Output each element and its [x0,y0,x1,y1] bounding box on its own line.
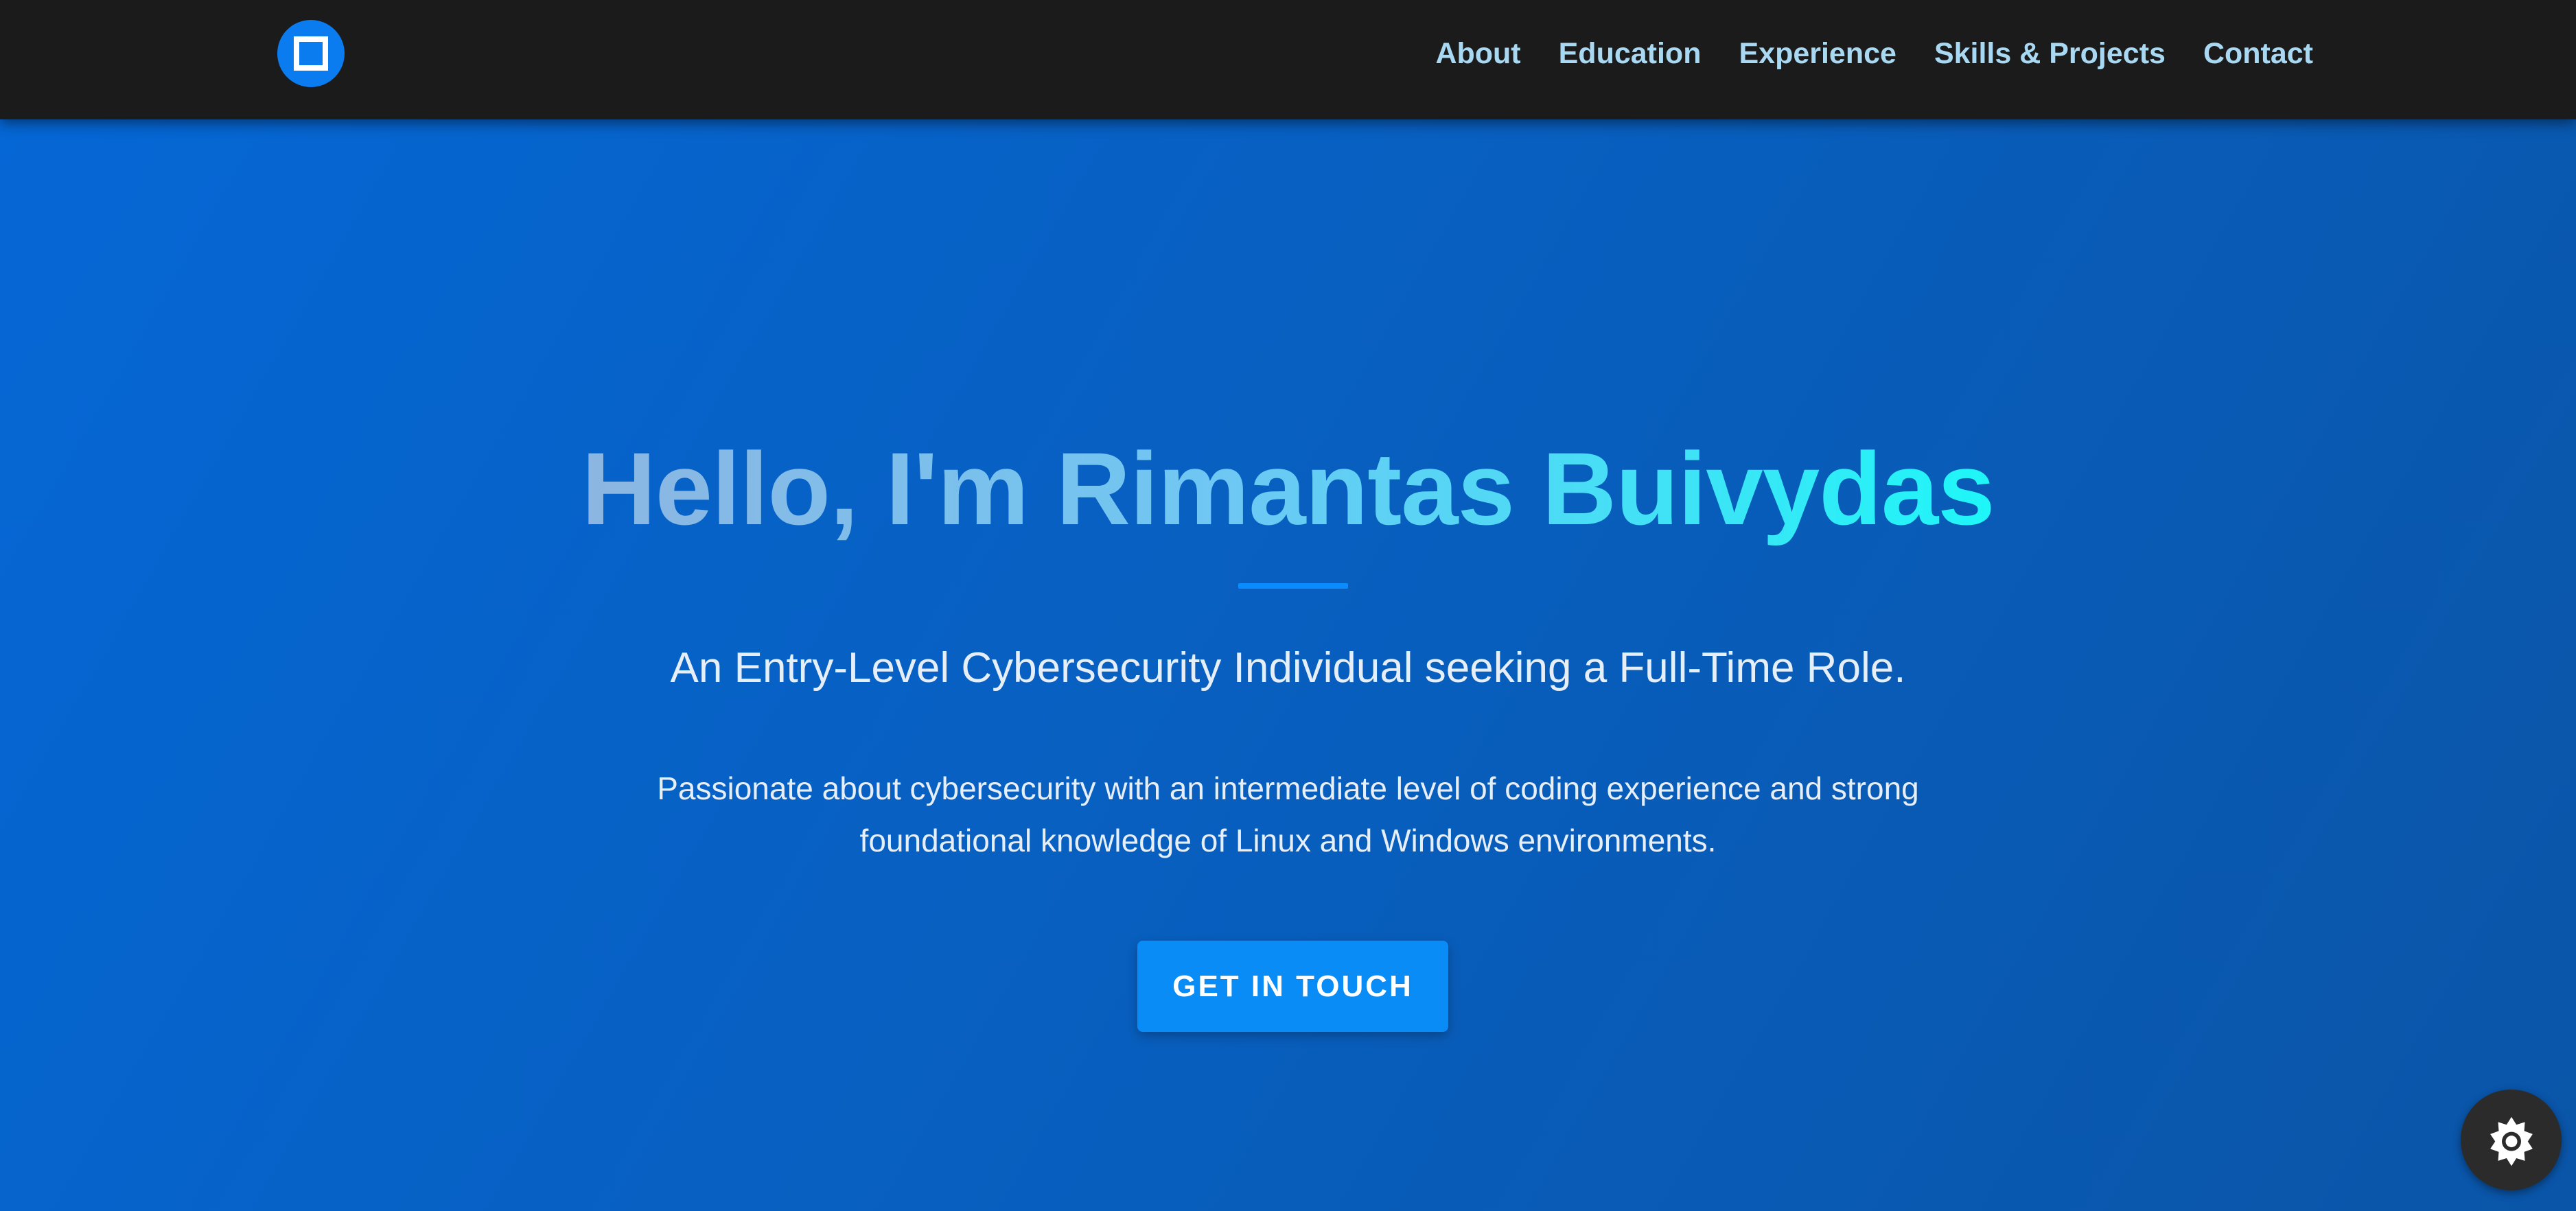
get-in-touch-button[interactable]: GET IN TOUCH [1137,941,1448,1032]
nav-link-about[interactable]: About [1435,34,1520,73]
nav-link-education[interactable]: Education [1559,34,1702,73]
title-divider [1238,583,1348,589]
nav-link-skills-projects[interactable]: Skills & Projects [1934,34,2166,73]
hero-subtitle: An Entry-Level Cybersecurity Individual … [670,644,1906,692]
square-icon [294,36,328,71]
hero-description: Passionate about cybersecurity with an i… [657,771,1919,858]
hero-section: Hello, I'm Rimantas Buivydas An Entry-Le… [0,119,2576,1211]
hero-title-text: Hello, I'm Rimantas Buivydas [581,431,1995,546]
navbar: About Education Experience Skills & Proj… [0,0,2576,119]
gear-icon [2490,1116,2533,1166]
settings-button[interactable] [2461,1090,2562,1190]
nav-links: About Education Experience Skills & Proj… [1435,34,2313,73]
hero-title: Hello, I'm Rimantas Buivydas [0,430,2576,547]
nav-link-experience[interactable]: Experience [1739,34,1896,73]
nav-link-contact[interactable]: Contact [2203,34,2313,73]
logo-button[interactable] [277,20,345,87]
